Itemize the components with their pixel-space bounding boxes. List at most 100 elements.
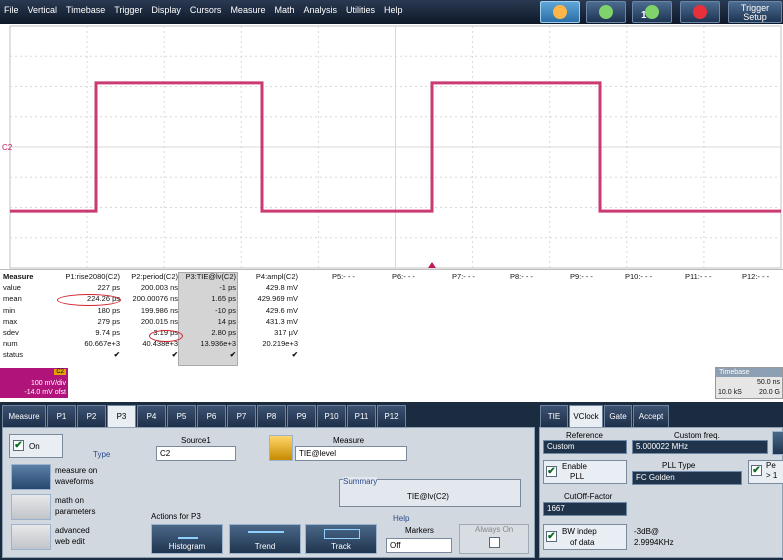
measure-column-empty[interactable]: P8:- - - — [510, 272, 533, 283]
c2-scale: 100 mV/div — [30, 380, 66, 387]
track-icon — [324, 529, 360, 539]
measure-column-empty[interactable]: P12:- - - — [742, 272, 769, 283]
tab-vclock[interactable]: VClock — [569, 405, 603, 427]
measure-column-empty[interactable]: P6:- - - — [392, 272, 415, 283]
per-checkbox[interactable]: ✔ — [751, 465, 762, 476]
waveform-grid[interactable]: C2 — [0, 24, 783, 270]
measure-column-empty[interactable]: P9:- - - — [570, 272, 593, 283]
tab-p6[interactable]: P6 — [197, 405, 226, 427]
bw-indep-checkbox[interactable]: ✔ — [546, 531, 557, 542]
tab-p1[interactable]: P1 — [47, 405, 76, 427]
measure-column-header[interactable]: P3:TIE@lv(C2) — [184, 272, 236, 283]
web-edit-icon[interactable] — [11, 524, 51, 550]
tab-p8[interactable]: P8 — [257, 405, 286, 427]
menu-utilities[interactable]: Utilities — [346, 5, 375, 15]
per-label-1: Pe — [766, 461, 776, 470]
help-label: Help — [393, 514, 410, 523]
measure-cell: 317 µV — [274, 328, 298, 337]
timebase-rate: 50.0 ns — [757, 379, 780, 386]
source1-field[interactable]: C2 — [156, 446, 236, 461]
measure-cell: ✔ — [171, 350, 178, 360]
measure-cell: 180 ps — [97, 305, 120, 315]
tab-p5[interactable]: P5 — [167, 405, 196, 427]
always-on-checkbox[interactable] — [489, 537, 500, 548]
measure-waveforms-icon[interactable] — [11, 464, 51, 490]
custom-freq-label: Custom freq. — [674, 431, 720, 440]
tab-measure[interactable]: Measure — [2, 405, 46, 427]
measure-cell: 60.667e+3 — [84, 339, 120, 349]
auto-setup-button[interactable] — [540, 1, 580, 23]
enable-pll-checkbox[interactable]: ✔ — [546, 466, 557, 477]
always-on-label: Always On — [475, 525, 514, 534]
tab-p12[interactable]: P12 — [377, 405, 406, 427]
type-option-3b: web edit — [55, 537, 85, 546]
timebase-descriptor[interactable]: Timebase 50.0 ns 10.0 kS 20.0 G — [715, 367, 783, 399]
pll-type-field[interactable]: FC Golden — [632, 471, 742, 485]
trigger-setup-button[interactable]: Trigger Setup — [728, 1, 782, 23]
measurement-table: Measure P1:rise2080(C2) 227 ps 224.26 ps 180… — [0, 270, 783, 366]
measure-selector-icon[interactable] — [269, 435, 293, 461]
normal-trigger-button[interactable]: 1 — [632, 1, 672, 23]
measure-row-label: mean — [3, 294, 22, 304]
menu-file[interactable]: File — [4, 5, 19, 15]
tab-p10[interactable]: P10 — [317, 405, 346, 427]
track-label: Track — [331, 542, 351, 551]
menu-help[interactable]: Help — [384, 5, 403, 15]
measure-label: Measure — [333, 436, 365, 445]
tab-p7[interactable]: P7 — [227, 405, 256, 427]
menu-timebase[interactable]: Timebase — [66, 5, 105, 15]
channel-c2-descriptor[interactable]: C2 100 mV/div -14.0 mV ofst — [0, 368, 68, 398]
reference-field[interactable]: Custom — [543, 440, 627, 454]
menu-analysis[interactable]: Analysis — [303, 5, 337, 15]
on-checkbox[interactable]: ✔ — [13, 440, 24, 451]
math-params-icon[interactable] — [11, 494, 51, 520]
measure-field[interactable]: TIE@level — [295, 446, 407, 461]
menu-math[interactable]: Math — [274, 5, 294, 15]
p3-panel: ✔ On Type measure on waveforms math on p… — [2, 427, 535, 558]
custom-freq-field[interactable]: 5.000022 MHz — [632, 440, 768, 454]
measure-column-header[interactable]: P4:ampl(C2) — [252, 272, 298, 283]
tab-gate[interactable]: Gate — [604, 405, 632, 427]
menu-cursors[interactable]: Cursors — [190, 5, 222, 15]
cutoff-field[interactable]: 1667 — [543, 502, 627, 516]
measure-column-empty[interactable]: P5:- - - — [332, 272, 355, 283]
track-button[interactable]: Track — [305, 524, 377, 554]
tab-p4[interactable]: P4 — [137, 405, 166, 427]
histogram-button[interactable]: Histogram — [151, 524, 223, 554]
menu-vertical[interactable]: Vertical — [28, 5, 58, 15]
menu-measure[interactable]: Measure — [230, 5, 265, 15]
c2-offset: -14.0 mV ofst — [24, 389, 66, 396]
measure-cell: ✔ — [291, 350, 298, 360]
trigger-setup-label-2: Setup — [743, 12, 767, 22]
single-trigger-button[interactable] — [586, 1, 626, 23]
c2-name: C2 — [54, 369, 66, 375]
menu-items: File Vertical Timebase Trigger Display Cursor… — [4, 5, 412, 15]
summary-value: TIE@lv(C2) — [407, 492, 449, 501]
measure-cell: -1 ps — [219, 283, 236, 293]
measure-column-empty[interactable]: P7:- - - — [452, 272, 475, 283]
timebase-samples: 10.0 kS — [718, 389, 742, 396]
menu-display[interactable]: Display — [151, 5, 181, 15]
bw-value-2: 2.9994KHz — [634, 538, 674, 547]
stop-button[interactable] — [680, 1, 720, 23]
markers-field[interactable]: Off — [386, 538, 452, 553]
tab-p2[interactable]: P2 — [77, 405, 106, 427]
type-option-1a: measure on — [55, 466, 98, 475]
tab-p9[interactable]: P9 — [287, 405, 316, 427]
trend-button[interactable]: Trend — [229, 524, 301, 554]
tab-p11[interactable]: P11 — [347, 405, 376, 427]
measure-row-label: num — [3, 339, 18, 349]
tab-p3[interactable]: P3 — [107, 405, 136, 427]
measure-column-header[interactable]: P2:period(C2) — [128, 272, 178, 283]
measure-column-empty[interactable]: P10:- - - — [625, 272, 652, 283]
measure-column-header[interactable]: P1:rise2080(C2) — [62, 272, 120, 283]
clock-icon — [553, 5, 567, 19]
tie-tabs: TIE VClock Gate Accept — [540, 405, 670, 427]
measure-column-empty[interactable]: P11:- - - — [685, 272, 712, 283]
tab-accept[interactable]: Accept — [633, 405, 669, 427]
cutoff-label: CutOff-Factor — [564, 492, 613, 501]
custom-freq-extra-button[interactable] — [772, 431, 783, 455]
setup-dialog: Measure P1 P2 P3 P4 P5 P6 P7 P8 P9 P10 P11 P12 TIE VC… — [0, 402, 783, 560]
menu-trigger[interactable]: Trigger — [114, 5, 142, 15]
tab-tie[interactable]: TIE — [540, 405, 568, 427]
